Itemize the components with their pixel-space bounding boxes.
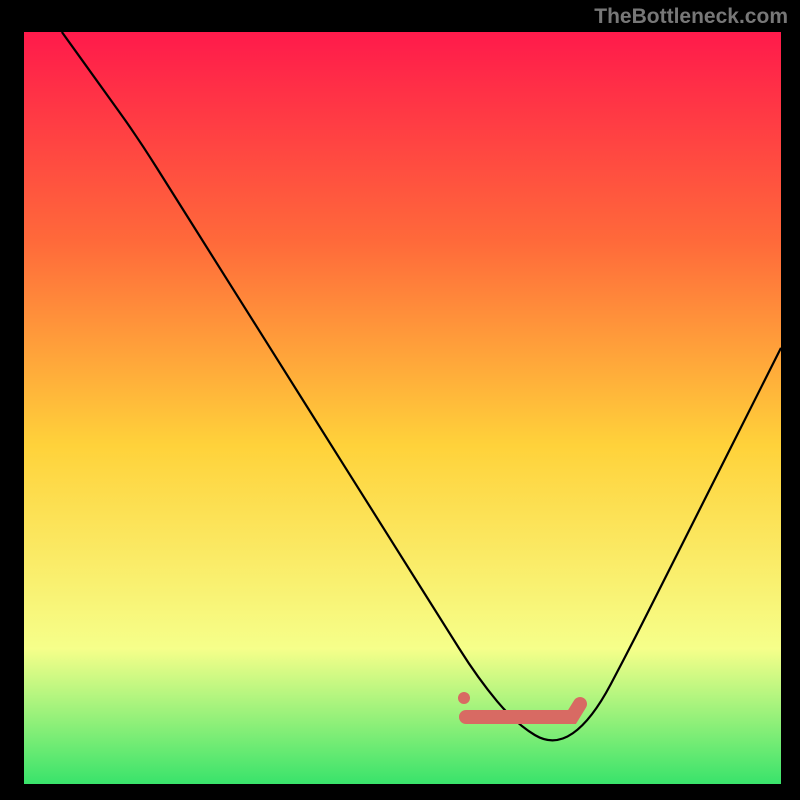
optimal-point-dot: [458, 692, 470, 704]
bottleneck-chart: [24, 32, 781, 784]
gradient-background: [24, 32, 781, 784]
watermark-text: TheBottleneck.com: [594, 5, 788, 29]
chart-svg: [24, 32, 781, 784]
